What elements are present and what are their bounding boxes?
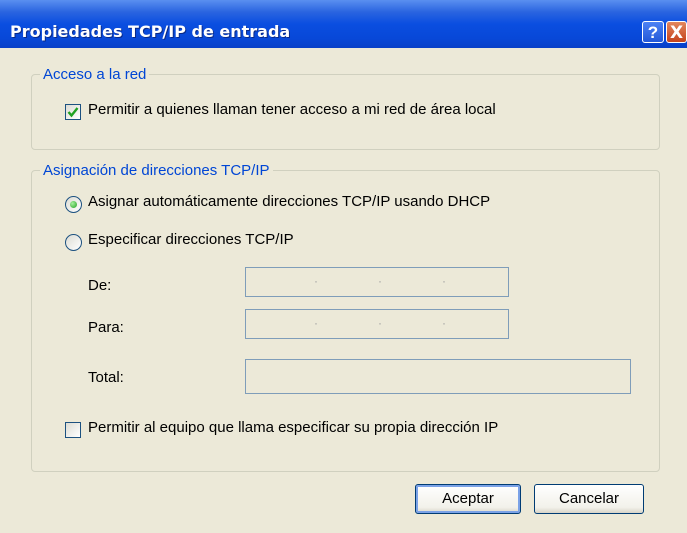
allow-lan-checkbox[interactable] <box>65 104 81 120</box>
dialog-body: Acceso a la red Permitir a quienes llama… <box>0 48 687 533</box>
window-title: Propiedades TCP/IP de entrada <box>10 22 291 41</box>
help-button[interactable]: ? <box>642 21 664 43</box>
to-label: Para: <box>88 319 124 336</box>
total-label: Total: <box>88 369 124 386</box>
allow-own-ip-checkbox[interactable] <box>65 422 81 438</box>
tcpip-properties-dialog: Propiedades TCP/IP de entrada ? X Acceso… <box>0 0 687 533</box>
tcpip-assignment-legend: Asignación de direcciones TCP/IP <box>40 162 273 179</box>
allow-lan-label[interactable]: Permitir a quienes llaman tener acceso a… <box>88 101 496 118</box>
check-mark-icon <box>67 107 79 118</box>
specify-label[interactable]: Especificar direcciones TCP/IP <box>88 231 294 248</box>
specify-radio[interactable] <box>65 234 82 251</box>
cancel-button[interactable]: Cancelar <box>534 484 644 514</box>
to-ip-field[interactable]: · · · <box>245 309 509 339</box>
title-bar[interactable]: Propiedades TCP/IP de entrada ? X <box>0 0 687 48</box>
allow-own-ip-label[interactable]: Permitir al equipo que llama especificar… <box>88 419 498 436</box>
radio-selected-dot <box>70 201 77 208</box>
network-access-group: Acceso a la red Permitir a quienes llama… <box>31 66 660 150</box>
from-label: De: <box>88 277 112 294</box>
network-access-legend: Acceso a la red <box>40 66 150 83</box>
total-field <box>245 359 631 394</box>
dhcp-radio[interactable] <box>65 196 82 213</box>
tcpip-assignment-group: Asignación de direcciones TCP/IP Asignar… <box>31 162 660 472</box>
ok-button[interactable]: Aceptar <box>415 484 521 514</box>
from-ip-field[interactable]: · · · <box>245 267 509 297</box>
close-button[interactable]: X <box>666 21 687 43</box>
dhcp-label[interactable]: Asignar automáticamente direcciones TCP/… <box>88 193 490 210</box>
